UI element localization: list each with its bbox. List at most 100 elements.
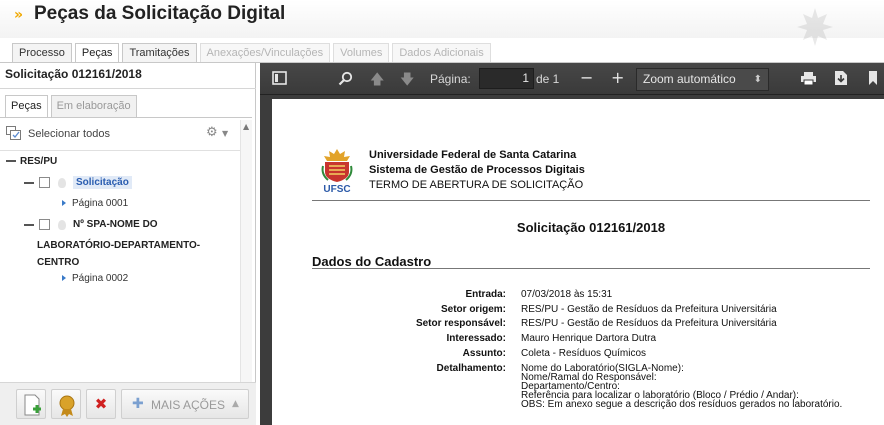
collapse-icon[interactable] xyxy=(6,160,16,163)
section-rule xyxy=(312,268,870,269)
close-icon: ✖ xyxy=(94,395,108,413)
tree-item-solicitacao[interactable] xyxy=(24,178,38,189)
plus-icon: ✚ xyxy=(132,396,144,412)
page-number-input[interactable]: 1 xyxy=(479,68,534,89)
tree-item-label-line3[interactable]: CENTRO xyxy=(37,257,79,268)
ufsc-seal-icon: UFSC xyxy=(321,149,353,194)
page-link-0002[interactable]: Página 0002 xyxy=(62,273,128,284)
sub-tabs: Peças Em elaboração xyxy=(5,95,137,117)
more-actions-label: MAIS AÇÕES xyxy=(151,398,226,412)
field-value: 07/03/2018 às 15:31 xyxy=(521,289,613,300)
checkbox[interactable] xyxy=(39,177,50,188)
solicitation-title: Solicitação 012161/2018 xyxy=(5,67,142,81)
field-label: Setor origem: xyxy=(440,304,506,315)
seal-text: UFSC xyxy=(323,184,350,194)
document-type: TERMO DE ABERTURA DE SOLICITAÇÃO xyxy=(369,179,584,191)
document-title: Solicitação 012161/2018 xyxy=(516,220,666,235)
select-all-icon[interactable] xyxy=(6,126,22,140)
tab-pecas[interactable]: Peças xyxy=(74,43,120,62)
panel-divider xyxy=(0,88,256,89)
download-icon[interactable] xyxy=(834,70,848,86)
tree-item-label-line1[interactable]: Nº SPA-NOME DO xyxy=(73,219,158,230)
minus-icon[interactable]: − xyxy=(580,68,593,87)
sign-button[interactable] xyxy=(51,389,81,419)
tree-toolbar: Selecionar todos ⚙ ▼ xyxy=(0,119,240,149)
section-title: Dados do Cadastro xyxy=(312,254,432,269)
field-row: Setor responsável: RES/PU - Gestão de Re… xyxy=(312,318,872,332)
field-value: RES/PU - Gestão de Resíduos da Prefeitur… xyxy=(521,304,777,315)
printer-icon[interactable] xyxy=(800,71,817,86)
page-arrow-icon xyxy=(62,275,66,282)
search-icon[interactable] xyxy=(338,71,353,86)
actions-bar: ✖ ✚ MAIS AÇÕES ▲ xyxy=(0,382,256,425)
tab-tramitacoes[interactable]: Tramitações xyxy=(122,43,197,62)
arrow-up-icon[interactable]: 🡅 xyxy=(370,69,384,93)
tab-dados-adicionais: Dados Adicionais xyxy=(392,43,491,62)
field-label: Assunto: xyxy=(462,348,506,359)
chevron-down-icon[interactable]: ▼ xyxy=(222,129,228,138)
plus-icon[interactable]: + xyxy=(611,68,624,87)
field-row: Assunto: Coleta - Resíduos Químicos xyxy=(312,348,872,362)
tree-root-label: RES/PU xyxy=(20,156,58,167)
collapse-icon[interactable] xyxy=(24,182,34,185)
tab-anexacoes: Anexações/Vinculações xyxy=(199,43,331,62)
pin-icon xyxy=(58,220,66,230)
page-header: » Peças da Solicitação Digital xyxy=(0,0,884,46)
pieces-panel: Solicitação 012161/2018 Peças Em elabora… xyxy=(0,63,256,425)
pdf-viewer: 🡅 🡇 Página: 1 de 1 − + Zoom automático ⬍ xyxy=(260,63,884,425)
tab-processo[interactable]: Processo xyxy=(12,43,72,62)
page-arrow-icon xyxy=(62,200,66,207)
field-value: Mauro Henrique Dartora Dutra xyxy=(521,333,657,344)
checkbox[interactable] xyxy=(39,219,50,230)
field-row-detalhamento: Detalhamento: Nome do Laboratório(SIGLA-… xyxy=(312,363,872,417)
header-chevron-icon: » xyxy=(14,7,24,23)
delete-button[interactable]: ✖ xyxy=(86,389,116,419)
new-document-button[interactable] xyxy=(16,389,46,419)
field-label: Setor responsável: xyxy=(415,318,506,329)
tree-divider xyxy=(0,150,240,151)
detail-line: OBS: Em anexo segue a descrição dos resí… xyxy=(521,399,843,410)
institution-name: Universidade Federal de Santa Catarina xyxy=(369,149,577,161)
tab-volumes: Volumes xyxy=(333,43,390,62)
zoom-select[interactable]: Zoom automático ⬍ xyxy=(636,68,769,91)
tree-scrollbar[interactable]: ▲ xyxy=(240,120,252,382)
subtabs-divider xyxy=(0,117,252,118)
tree-root[interactable]: RES/PU xyxy=(6,156,57,167)
field-value: RES/PU - Gestão de Resíduos da Prefeitur… xyxy=(521,318,777,329)
subtab-pecas[interactable]: Peças xyxy=(5,95,48,117)
scroll-up-icon[interactable]: ▲ xyxy=(243,122,249,131)
new-document-icon xyxy=(24,394,41,416)
collapse-icon[interactable] xyxy=(24,224,34,227)
main-tabs: Processo Peças Tramitações Anexações/Vin… xyxy=(12,43,491,62)
field-row: Setor origem: RES/PU - Gestão de Resíduo… xyxy=(312,304,872,318)
pdf-page: UFSC Universidade Federal de Santa Catar… xyxy=(272,99,884,425)
page-label: Página: xyxy=(430,72,471,86)
sidebar-toggle-icon[interactable] xyxy=(272,71,288,86)
pin-icon xyxy=(58,178,66,188)
pdf-toolbar: 🡅 🡇 Página: 1 de 1 − + Zoom automático ⬍ xyxy=(260,63,884,95)
page-link-0001[interactable]: Página 0001 xyxy=(62,198,128,209)
tree-item-label[interactable]: Solicitação xyxy=(73,176,132,189)
system-name: Sistema de Gestão de Processos Digitais xyxy=(369,164,585,176)
field-label: Detalhamento: xyxy=(436,363,506,374)
tree-item-laboratorio[interactable] xyxy=(24,220,38,231)
select-all-label[interactable]: Selecionar todos xyxy=(28,128,110,140)
page-root: { "header": { "chevron": "»", "title": "… xyxy=(0,0,884,425)
header-rule xyxy=(312,200,870,201)
chevron-up-icon: ▲ xyxy=(232,399,239,409)
gear-icon[interactable]: ⚙ xyxy=(206,125,218,140)
field-label: Interessado: xyxy=(446,333,506,344)
page-count: de 1 xyxy=(536,72,560,86)
more-actions-button[interactable]: ✚ MAIS AÇÕES ▲ xyxy=(121,389,249,419)
zoom-select-value: Zoom automático xyxy=(643,72,736,86)
bookmark-icon[interactable] xyxy=(868,70,878,86)
tree-item-label-line2[interactable]: LABORATÓRIO-DEPARTAMENTO- xyxy=(37,240,200,251)
field-label: Entrada: xyxy=(465,289,506,300)
field-value: Coleta - Resíduos Químicos xyxy=(521,348,647,359)
arrow-down-icon[interactable]: 🡇 xyxy=(400,69,414,93)
subtab-em-elaboracao[interactable]: Em elaboração xyxy=(50,95,137,117)
page-title: Peças da Solicitação Digital xyxy=(34,3,286,24)
watermark-logo-icon xyxy=(797,8,833,46)
seal-icon xyxy=(59,395,75,417)
institution-block: Universidade Federal de Santa Catarina S… xyxy=(369,148,585,193)
